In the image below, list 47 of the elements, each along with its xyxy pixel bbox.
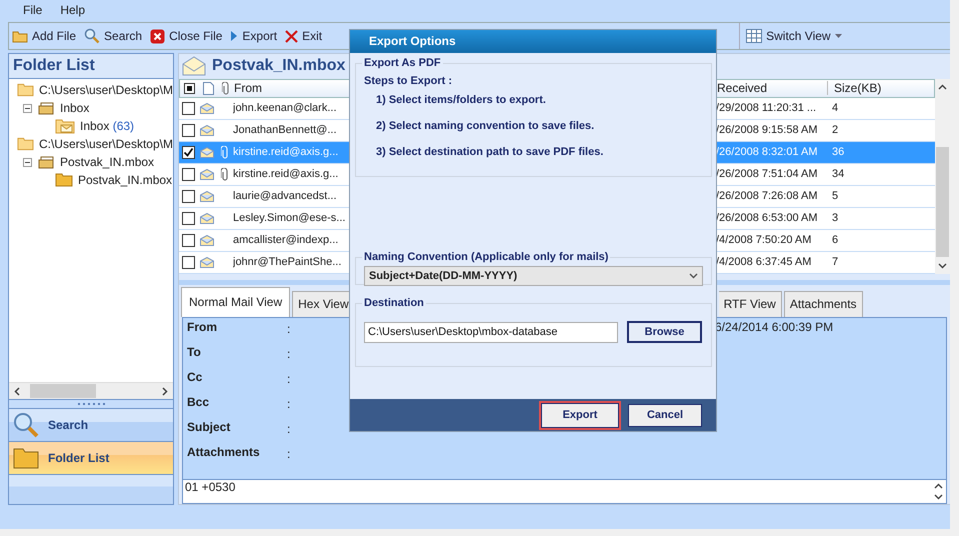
- table-cell-text: /4/2008 7:50:20 AM: [715, 234, 812, 246]
- table-cell: laurie@advancedst...: [233, 190, 337, 202]
- field-label: From: [187, 320, 218, 336]
- table-cell: JonathanBennett@...: [233, 124, 337, 136]
- table-cell-text: /29/2008 11:20:31 ...: [715, 102, 818, 114]
- group-title: Export As PDF: [363, 57, 442, 69]
- table-cell-text: /26/2008 7:26:08 AM: [715, 190, 819, 202]
- table-cell-text: 6: [831, 234, 840, 246]
- group-title: Destination: [363, 297, 425, 309]
- table-cell: kirstine.reid@axis.g...: [233, 168, 338, 180]
- group-title: Naming Convention (Applicable only for mails): [363, 251, 610, 263]
- table-cell: john.keenan@clark...: [233, 102, 337, 114]
- table-cell-text: /26/2008 6:53:00 AM: [715, 212, 819, 224]
- table-cell: johnr@ThePaintShe...: [233, 256, 342, 268]
- table-cell-text: 2: [831, 124, 840, 136]
- mailbox-title: Postvak_IN.mbox: [212, 57, 346, 76]
- table-cell-text: /26/2008 9:15:58 AM: [715, 124, 819, 136]
- steps-title: Steps to Export :: [364, 75, 454, 87]
- step-text: 2) Select naming convention to save files.: [376, 120, 596, 132]
- field-separator: :: [287, 420, 290, 436]
- field-label: Attachments: [187, 444, 261, 461]
- table-cell-text: /26/2008 7:51:04 AM: [715, 168, 819, 180]
- field-label: Subject: [187, 420, 232, 436]
- table-cell: amcallister@indexp...: [233, 234, 338, 246]
- table-cell-text: /26/2008 8:32:01 AM: [715, 146, 819, 158]
- table-cell-text: 7: [831, 256, 840, 268]
- table-cell: Lesley.Simon@ese-s...: [233, 212, 346, 224]
- table-cell-text: 3: [831, 212, 840, 224]
- field-separator: :: [287, 370, 290, 386]
- field-label: To: [187, 344, 202, 361]
- step-text: 3) Select destination path to save PDF files.: [376, 146, 604, 158]
- field-separator: :: [287, 346, 290, 361]
- panel-title: Folder List: [9, 54, 173, 79]
- table-cell-text: 5: [831, 190, 840, 202]
- table-cell: kirstine.reid@axis.g...: [233, 146, 338, 158]
- field-separator: :: [287, 320, 290, 336]
- table-cell-text: 36: [831, 146, 846, 158]
- field-separator: :: [287, 446, 290, 461]
- table-cell-text: /4/2008 6:37:45 AM: [715, 256, 812, 268]
- table-cell-text: 34: [831, 168, 846, 180]
- field-label: Bcc: [187, 394, 210, 411]
- field-separator: :: [287, 396, 290, 411]
- table-cell-text: 4: [831, 102, 840, 114]
- step-text: 1) Select items/folders to export.: [376, 94, 547, 106]
- field-label: Cc: [187, 370, 204, 386]
- dialog-title: Export Options: [350, 30, 716, 53]
- body-text: 01 +0530: [185, 480, 236, 496]
